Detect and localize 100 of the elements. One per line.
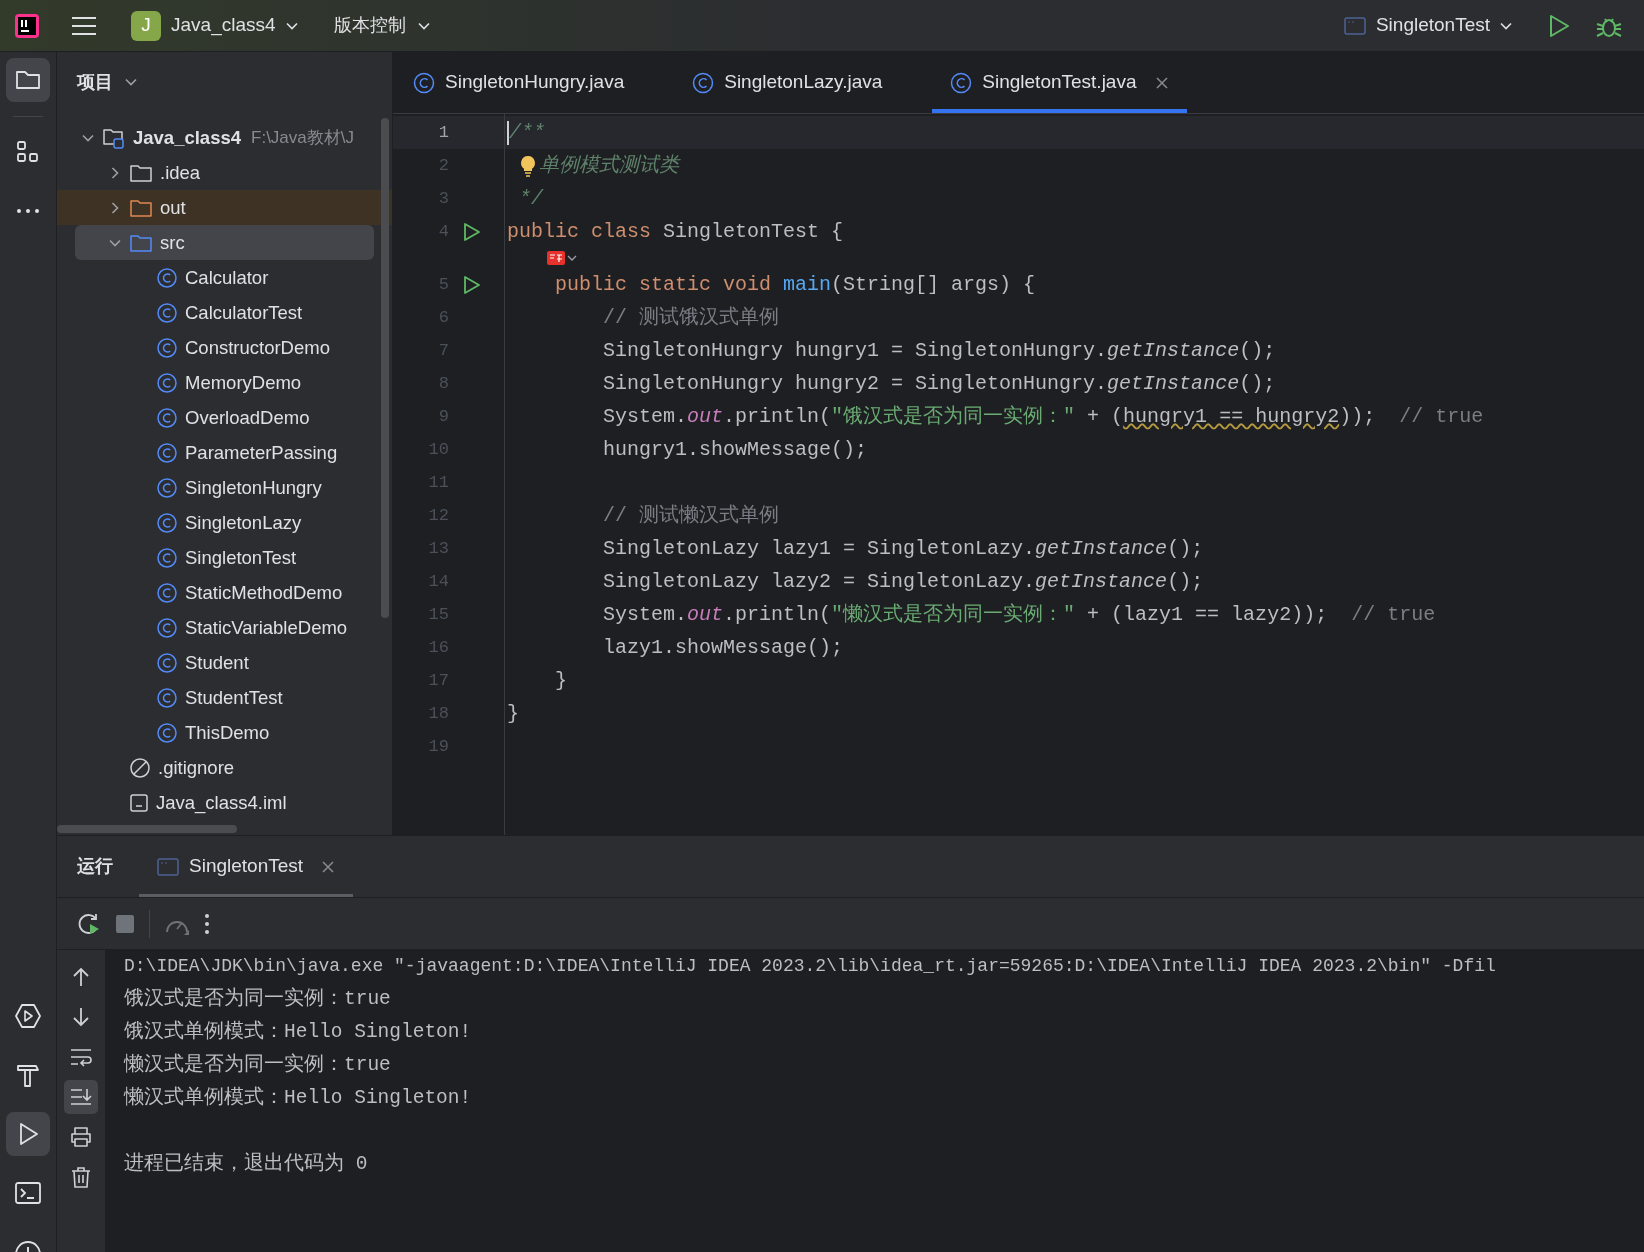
class-icon <box>157 442 177 463</box>
folder-icon <box>130 162 152 183</box>
item-label: out <box>160 195 186 220</box>
tree-item[interactable]: SingletonHungry <box>57 470 392 505</box>
class-icon <box>157 477 177 498</box>
class-icon <box>157 337 177 358</box>
run-config-selector[interactable]: SingletonTest <box>1339 11 1516 40</box>
console-line: 懒汉式单例模式：Hello Singleton! <box>124 1085 472 1111</box>
chevron-down-icon <box>285 21 298 30</box>
class-icon <box>157 617 177 638</box>
close-icon[interactable] <box>321 859 336 874</box>
item-label: ThisDemo <box>185 720 270 745</box>
class-icon <box>157 372 177 393</box>
close-icon[interactable] <box>1154 75 1169 90</box>
more-icon <box>16 208 40 214</box>
class-icon <box>157 582 177 603</box>
tree-item[interactable]: StaticVariableDemo <box>57 610 392 645</box>
folder-icon <box>103 126 125 149</box>
project-view-selector[interactable]: 项目 <box>57 52 392 112</box>
code-line: // 测试懒汉式单例 <box>602 502 780 529</box>
class-icon <box>413 71 435 94</box>
item-label: Calculator <box>185 265 269 290</box>
code-line: SingletonLazy lazy2 = SingletonLazy.getInstance(); <box>602 568 1204 595</box>
text-cursor <box>507 120 509 145</box>
chevron-down-icon <box>82 133 94 142</box>
file-icon <box>130 793 148 812</box>
item-label: OverloadDemo <box>185 405 310 430</box>
run-config-name: SingletonTest <box>1375 13 1490 38</box>
panel-title: 运行 <box>77 855 113 878</box>
console-line: 进程已结束，退出代码为 0 <box>124 1151 368 1177</box>
tree-item[interactable]: Student <box>57 645 392 680</box>
run-icon[interactable] <box>463 274 481 295</box>
tree-item[interactable]: ThisDemo <box>57 715 392 750</box>
more-icon[interactable] <box>204 912 210 935</box>
project-switcher[interactable]: J Java_class4 <box>127 7 302 44</box>
project-badge: J <box>131 10 161 41</box>
run-icon[interactable] <box>463 221 481 242</box>
item-label: SingletonTest <box>185 545 297 570</box>
item-label: MemoryDemo <box>185 370 302 395</box>
tool-window-button[interactable] <box>6 1112 50 1156</box>
code-line: System.out.println("懒汉式是否为同一实例：" + (lazy1 == lazy2)); // true <box>602 601 1436 628</box>
code-line: } <box>507 700 519 727</box>
console-line: 饿汉式单例模式：Hello Singleton! <box>124 1019 472 1045</box>
class-icon <box>692 71 715 94</box>
item-label: StaticMethodDemo <box>185 580 343 605</box>
tree-item[interactable]: .idea <box>57 155 392 190</box>
tree-item[interactable]: StudentTest <box>57 680 392 715</box>
console-tool-button[interactable] <box>64 1080 98 1114</box>
chevron-down-icon <box>1500 21 1512 30</box>
chevron-down-icon[interactable] <box>567 255 577 261</box>
tool-window-button[interactable] <box>6 58 50 102</box>
chevron-down-icon <box>109 238 121 247</box>
tree-item[interactable]: out <box>57 190 392 225</box>
scrollbar[interactable] <box>381 118 389 618</box>
tree-item[interactable]: OverloadDemo <box>57 400 392 435</box>
tree-item[interactable]: ParameterPassing <box>57 435 392 470</box>
plugin-badge-icon[interactable] <box>547 251 565 265</box>
class-icon <box>157 512 177 533</box>
tree-item[interactable]: StaticMethodDemo <box>57 575 392 610</box>
tree-item[interactable]: Calculator <box>57 260 392 295</box>
item-label: Student <box>185 650 249 675</box>
class-icon <box>157 722 177 743</box>
window-icon <box>1343 16 1366 35</box>
stop-icon[interactable] <box>115 913 135 934</box>
item-path: F:\Java教材\J <box>251 126 354 149</box>
class-icon <box>157 267 177 288</box>
editor-tab[interactable]: SingletonHungry.java <box>395 52 643 113</box>
tree-item[interactable]: Java_class4.iml <box>57 785 392 820</box>
terminal-icon <box>14 1179 42 1207</box>
item-label: CalculatorTest <box>185 300 303 325</box>
console-line: D:\IDEA\JDK\bin\java.exe "-javaagent:D:\IDEA\IntelliJ IDEA 2023.2\lib\idea_rt.jar=59265:D:\IDEA\IntelliJ IDEA 2023.2\bin" -Dfil <box>124 955 1496 978</box>
tree-item[interactable]: src <box>75 225 374 260</box>
folder-icon <box>130 232 152 253</box>
run-icon[interactable] <box>1548 13 1570 38</box>
item-label: Java_class4.iml <box>156 790 287 816</box>
code-line: hungry1.showMessage(); <box>602 436 868 463</box>
item-label: Java_class4 <box>133 125 242 150</box>
rerun-icon[interactable] <box>77 911 101 936</box>
tree-item[interactable]: MemoryDemo <box>57 365 392 400</box>
editor-tab[interactable]: SingletonLazy.java <box>674 52 901 113</box>
item-label: ConstructorDemo <box>185 335 330 360</box>
tree-item[interactable]: .gitignore <box>57 750 392 785</box>
menu-icon[interactable] <box>71 14 97 37</box>
class-icon <box>157 302 177 323</box>
run-tab[interactable]: SingletonTest <box>139 836 354 897</box>
services-icon <box>14 1002 42 1030</box>
scrollbar[interactable] <box>57 825 237 833</box>
tree-item[interactable]: ConstructorDemo <box>57 330 392 365</box>
code-line: public static void main(String[] args) { <box>554 271 1036 298</box>
class-icon <box>157 407 177 428</box>
tree-item[interactable]: SingletonTest <box>57 540 392 575</box>
chevron-down-icon <box>417 21 430 30</box>
tree-item[interactable]: Java_class4 F:\Java教材\J <box>57 120 392 155</box>
tree-item[interactable]: CalculatorTest <box>57 295 392 330</box>
class-icon <box>157 652 177 673</box>
class-icon <box>157 547 177 568</box>
lightbulb-icon[interactable] <box>519 154 537 177</box>
item-label: src <box>160 230 185 255</box>
vcs-menu[interactable]: 版本控制 <box>329 12 434 39</box>
tree-item[interactable]: SingletonLazy <box>57 505 392 540</box>
